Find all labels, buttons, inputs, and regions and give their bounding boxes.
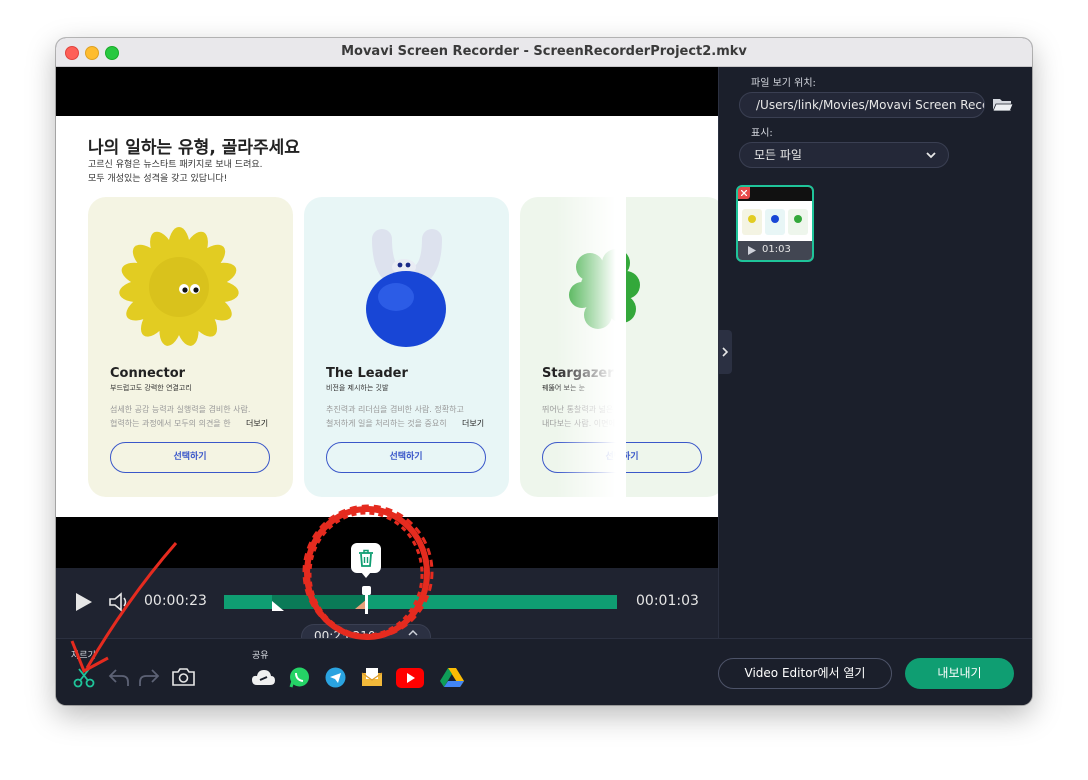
annotation-overlay <box>70 504 434 674</box>
red-arrow-annotation <box>70 542 178 674</box>
red-circle-annotation <box>302 504 434 640</box>
